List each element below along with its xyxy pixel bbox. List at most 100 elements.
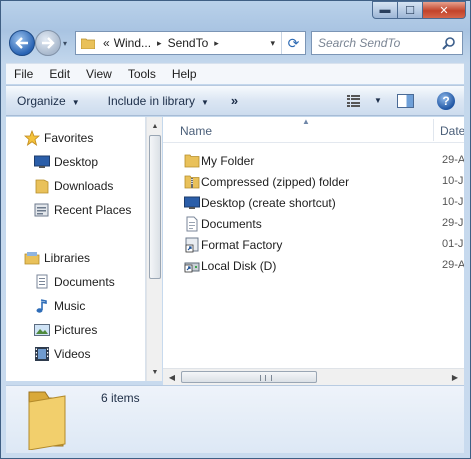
address-history-dropdown[interactable]: ▾	[270, 38, 275, 49]
include-in-library-button[interactable]: Include in library ▼	[90, 94, 219, 108]
preview-pane-icon[interactable]	[397, 94, 414, 108]
menu-help[interactable]: Help	[164, 67, 205, 81]
breadcrumb-windows[interactable]: Wind...	[114, 36, 151, 50]
minimize-button[interactable]: ▬	[372, 1, 398, 19]
file-name: Compressed (zipped) folder	[201, 175, 350, 189]
nav-item-downloads[interactable]: Downloads	[34, 176, 113, 196]
column-divider[interactable]	[433, 119, 434, 141]
nav-item-label: Pictures	[54, 323, 98, 337]
menu-edit[interactable]: Edit	[41, 67, 78, 81]
file-date: 10-Ju	[442, 196, 464, 208]
organize-button[interactable]: Organize ▼	[6, 94, 90, 108]
breadcrumb-sendto[interactable]: SendTo	[168, 36, 209, 50]
chevron-down-icon: ▼	[71, 97, 80, 107]
shortcut-icon	[184, 237, 200, 253]
file-name: Format Factory	[201, 238, 283, 252]
file-list-horizontal-scrollbar[interactable]: ◀ ▶	[163, 368, 464, 385]
caption-buttons: ▬ ☐ ✕	[372, 1, 466, 19]
menu-tools[interactable]: Tools	[120, 67, 164, 81]
nav-item-documents[interactable]: Documents	[34, 272, 115, 292]
details-pane: 6 items	[6, 385, 464, 453]
navigation-pane: Favorites Desktop Downloads Recent Place…	[6, 117, 146, 381]
file-row[interactable]: Format Factory 01-Ju	[163, 235, 464, 255]
file-row[interactable]: Local Disk (D) 29-A	[163, 256, 464, 276]
search-icon[interactable]	[442, 36, 456, 50]
nav-item-label: Downloads	[54, 179, 114, 193]
file-date: 29-A	[442, 259, 464, 271]
column-header-name[interactable]: Name	[180, 124, 212, 138]
change-view-icon[interactable]	[347, 95, 361, 107]
menu-view[interactable]: View	[78, 67, 120, 81]
music-icon	[34, 298, 50, 314]
scrollbar-grip	[260, 375, 272, 381]
include-in-library-label: Include in library	[107, 93, 195, 108]
column-header-date[interactable]: Date	[440, 124, 464, 138]
back-button[interactable]	[9, 30, 35, 56]
command-bar: Organize ▼ Include in library ▼ » ▼ ?	[6, 85, 464, 116]
back-arrow-icon	[15, 37, 28, 49]
scrollbar-thumb[interactable]	[181, 371, 317, 383]
sort-ascending-icon: ▲	[302, 117, 310, 126]
nav-item-label: Music	[54, 299, 86, 313]
file-list: ▲ Name Date My Folder 29-A Compressed (z…	[163, 117, 464, 368]
large-folder-icon	[28, 391, 66, 450]
nav-item-desktop[interactable]: Desktop	[34, 152, 98, 172]
desktop-icon	[34, 154, 50, 170]
file-date: 29-A	[442, 154, 464, 166]
folder-icon	[184, 153, 200, 169]
file-date: 10-Ju	[442, 175, 464, 187]
videos-icon	[34, 346, 50, 362]
drive-shortcut-icon	[184, 258, 200, 274]
recent-pages-dropdown[interactable]: ▾	[63, 39, 67, 48]
recent-places-icon	[34, 202, 50, 218]
nav-libraries[interactable]: Libraries	[24, 248, 90, 268]
file-name: Documents	[201, 217, 262, 231]
more-commands-button[interactable]: »	[219, 93, 248, 108]
scroll-up-icon[interactable]: ▲	[147, 118, 163, 134]
menu-file[interactable]: File	[6, 67, 41, 81]
zip-folder-icon	[184, 174, 200, 190]
address-overflow[interactable]: «	[103, 36, 110, 50]
navigation-pane-scrollbar[interactable]: ▲ ▼	[146, 117, 162, 381]
document-icon	[184, 216, 200, 232]
folder-icon	[81, 38, 95, 49]
nav-item-label: Documents	[54, 275, 115, 289]
downloads-folder-icon	[34, 178, 50, 194]
scroll-right-icon[interactable]: ▶	[447, 369, 463, 385]
close-button[interactable]: ✕	[423, 1, 466, 19]
desktop-icon	[184, 195, 200, 211]
libraries-icon	[24, 250, 40, 266]
help-icon[interactable]: ?	[437, 92, 455, 110]
forward-arrow-icon	[42, 37, 55, 49]
organize-label: Organize	[17, 93, 66, 108]
scrollbar-thumb[interactable]	[149, 135, 161, 279]
search-input[interactable]: Search SendTo	[318, 36, 400, 50]
scroll-down-icon[interactable]: ▼	[147, 364, 163, 380]
maximize-button[interactable]: ☐	[398, 1, 423, 19]
nav-libraries-label: Libraries	[44, 251, 91, 265]
nav-favorites[interactable]: Favorites	[24, 128, 93, 148]
file-name: My Folder	[201, 154, 255, 168]
breadcrumb-separator[interactable]: ▸	[157, 38, 162, 49]
view-options-dropdown[interactable]: ▼	[374, 96, 382, 105]
address-bar[interactable]: « Wind... ▸ SendTo ▸ ▾ ⟳	[75, 31, 306, 55]
search-box[interactable]: Search SendTo	[311, 31, 463, 55]
nav-item-pictures[interactable]: Pictures	[34, 320, 97, 340]
forward-button[interactable]	[35, 30, 61, 56]
scroll-left-icon[interactable]: ◀	[164, 369, 180, 385]
menu-bar: File Edit View Tools Help	[6, 63, 464, 84]
refresh-button[interactable]: ⟳	[281, 32, 305, 54]
file-date: 29-Ju	[442, 217, 464, 229]
nav-item-recent-places[interactable]: Recent Places	[34, 200, 131, 220]
nav-item-label: Desktop	[54, 155, 99, 169]
breadcrumb-separator[interactable]: ▸	[214, 38, 219, 49]
file-row[interactable]: Compressed (zipped) folder 10-Ju	[163, 172, 464, 192]
nav-item-label: Videos	[54, 347, 91, 361]
file-row[interactable]: Documents 29-Ju	[163, 214, 464, 234]
file-row[interactable]: Desktop (create shortcut) 10-Ju	[163, 193, 464, 213]
file-row[interactable]: My Folder 29-A	[163, 151, 464, 171]
nav-item-music[interactable]: Music	[34, 296, 85, 316]
nav-item-videos[interactable]: Videos	[34, 344, 90, 364]
star-icon	[24, 130, 40, 146]
file-name: Local Disk (D)	[201, 259, 277, 273]
